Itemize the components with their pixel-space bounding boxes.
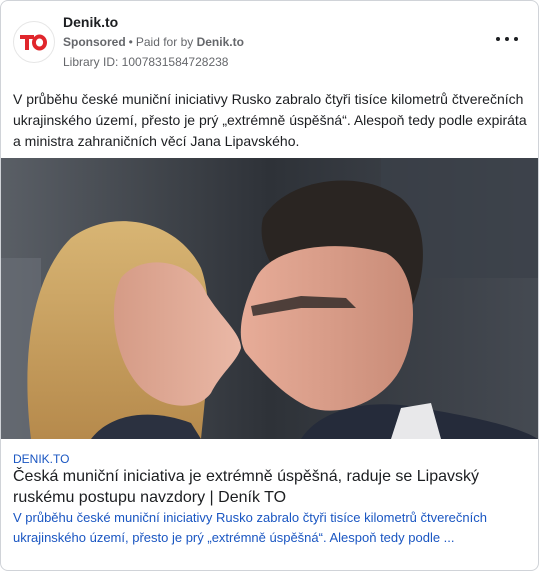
- ad-body-text: V průběhu české muniční iniciativy Rusko…: [13, 91, 527, 149]
- link-domain[interactable]: DENIK.TO: [13, 452, 69, 466]
- link-description[interactable]: V průběhu české muniční iniciativy Rusko…: [13, 508, 528, 548]
- paid-for-name: Denik.to: [196, 35, 244, 49]
- photo-illustration: [1, 158, 538, 439]
- link-title[interactable]: Česká muniční iniciativa je extrémně úsp…: [13, 466, 528, 508]
- ad-image[interactable]: [1, 158, 538, 439]
- paid-for-prefix: Paid for by: [135, 35, 194, 49]
- more-horizontal-icon-dot: [514, 37, 518, 41]
- more-horizontal-icon: [496, 37, 500, 41]
- sponsored-label: Sponsored: [63, 35, 126, 49]
- denik-to-logo-icon: [20, 34, 47, 51]
- advertiser-avatar[interactable]: [13, 21, 55, 63]
- sponsored-line: Sponsored • Paid for by Denik.to: [63, 35, 244, 49]
- more-options-button[interactable]: [496, 31, 518, 47]
- separator-dot: •: [128, 35, 133, 49]
- ad-card: Denik.to Sponsored • Paid for by Denik.to …: [0, 0, 539, 571]
- library-id: Library ID: 1007831584728238: [63, 55, 229, 69]
- ad-header: Denik.to Sponsored • Paid for by Denik.to …: [1, 1, 538, 79]
- more-horizontal-icon-dot: [505, 37, 509, 41]
- advertiser-name[interactable]: Denik.to: [63, 14, 118, 30]
